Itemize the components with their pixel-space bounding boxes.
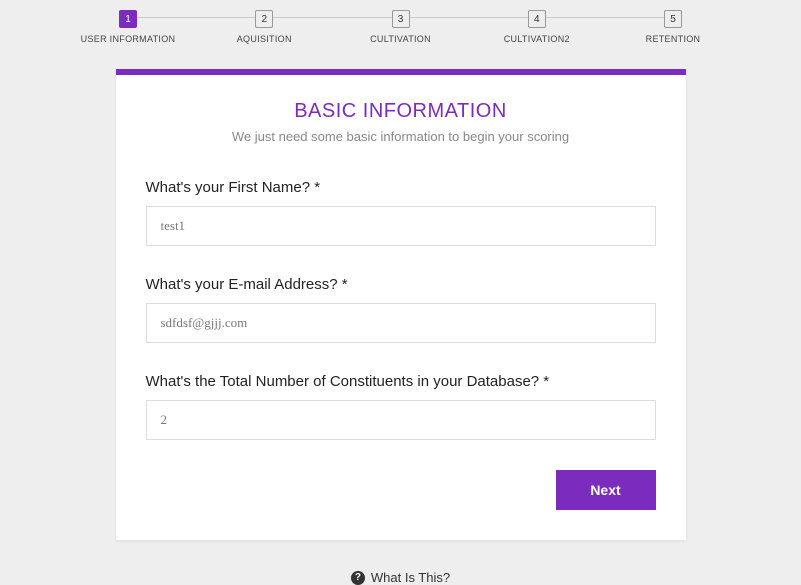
step-number: 5 — [664, 10, 682, 28]
step-retention[interactable]: 5 RETENTION — [625, 10, 721, 44]
step-cultivation2[interactable]: 4 CULTIVATION2 — [489, 10, 585, 44]
next-button[interactable]: Next — [556, 470, 656, 510]
step-label: AQUISITION — [237, 34, 292, 44]
step-cultivation[interactable]: 3 CULTIVATION — [353, 10, 449, 44]
email-input[interactable] — [146, 303, 656, 343]
constituents-label: What's the Total Number of Constituents … — [146, 373, 656, 390]
step-number: 3 — [392, 10, 410, 28]
card-subtitle: We just need some basic information to b… — [116, 129, 686, 144]
step-user-information[interactable]: 1 USER INFORMATION — [80, 10, 176, 44]
first-name-label: What's your First Name? * — [146, 179, 656, 196]
constituents-input[interactable] — [146, 400, 656, 440]
step-number: 4 — [528, 10, 546, 28]
first-name-input[interactable] — [146, 206, 656, 246]
card-title: BASIC INFORMATION — [116, 100, 686, 123]
stepper: 1 USER INFORMATION 2 AQUISITION 3 CULTIV… — [0, 0, 801, 44]
step-label: RETENTION — [646, 34, 701, 44]
field-first-name: What's your First Name? * — [146, 179, 656, 246]
form: What's your First Name? * What's your E-… — [116, 144, 686, 440]
step-number: 1 — [119, 10, 137, 28]
step-label: USER INFORMATION — [81, 34, 176, 44]
step-number: 2 — [255, 10, 273, 28]
field-constituents: What's the Total Number of Constituents … — [146, 373, 656, 440]
footer-help[interactable]: ? What Is This? — [0, 570, 801, 585]
help-icon: ? — [351, 571, 365, 585]
footer-help-label: What Is This? — [371, 570, 450, 585]
email-label: What's your E-mail Address? * — [146, 276, 656, 293]
step-aquisition[interactable]: 2 AQUISITION — [216, 10, 312, 44]
step-label: CULTIVATION2 — [504, 34, 570, 44]
step-label: CULTIVATION — [370, 34, 431, 44]
field-email: What's your E-mail Address? * — [146, 276, 656, 343]
button-row: Next — [116, 470, 686, 510]
form-card: BASIC INFORMATION We just need some basi… — [116, 69, 686, 540]
